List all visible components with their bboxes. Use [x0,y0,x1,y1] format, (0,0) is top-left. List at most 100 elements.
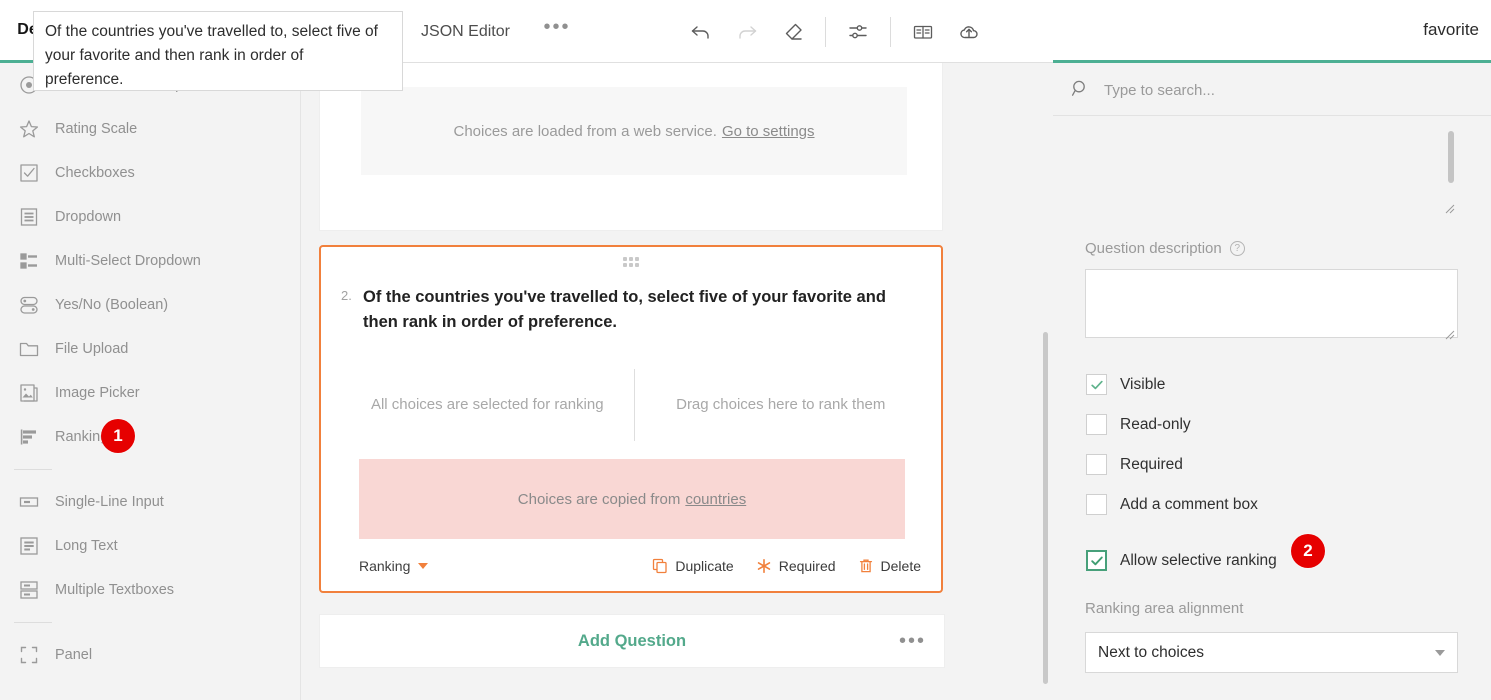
add-question-card[interactable]: Add Question ••• [319,614,945,668]
description-textarea-resize-handle[interactable] [1444,327,1455,338]
choices-copied-banner: Choices are copied from countries [359,459,905,539]
search-icon [1071,79,1090,103]
sidebar-item-label: Multi-Select Dropdown [55,253,201,269]
toolbar-divider-1 [825,17,826,47]
title-textarea-scrollbar[interactable] [1448,131,1454,183]
sidebar-item-label: File Upload [55,341,128,357]
title-textarea-resize-handle[interactable] [1444,201,1455,212]
delete-button[interactable]: Delete [858,558,921,574]
go-to-settings-link[interactable]: Go to settings [722,123,815,140]
question-type-label: Ranking [359,558,410,574]
sidebar-item-long-text[interactable]: Long Text [0,524,300,568]
tab-overflow-dots: ••• [543,16,570,39]
question-description-textarea[interactable] [1085,269,1458,338]
dropdown-icon [14,202,44,232]
redo-button[interactable] [724,12,770,52]
duplicate-button[interactable]: Duplicate [652,558,733,574]
check-icon [1090,378,1104,392]
sidebar-item-yes-no-boolean[interactable]: Yes/No (Boolean) [0,283,300,327]
duplicate-label: Duplicate [675,558,733,574]
choices-from-webservice-text: Choices are loaded from a web service. [453,123,716,140]
required-button[interactable]: Required [756,558,836,574]
sidebar-item-multi-select-dropdown[interactable]: Multi-Select Dropdown [0,239,300,283]
drag-handle-icon[interactable] [623,257,639,267]
ranking-target-placeholder[interactable]: Drag choices here to rank them [635,369,928,441]
question-title-textarea[interactable] [33,11,403,91]
folder-icon [14,334,44,364]
sidebar-item-panel[interactable]: Panel [0,633,300,677]
chevron-down-icon [1435,650,1445,656]
app-root: Designer Preview Themes Logic JSON Edito… [0,0,1491,700]
sidebar-item-multiple-textboxes[interactable]: Multiple Textboxes [0,568,300,612]
sidebar-item-label: Dropdown [55,209,121,225]
question-description-label-text: Question description [1085,240,1222,257]
question-type-dropdown[interactable]: Ranking [359,558,428,574]
search-input[interactable] [1102,81,1426,100]
question-title-row: 2. Of the countries you've travelled to,… [341,285,911,335]
checkbox-read-only-box[interactable] [1086,414,1107,435]
sidebar-item-checkboxes[interactable]: Checkboxes [0,151,300,195]
checkbox-read-only[interactable]: Read-only [1086,414,1191,435]
canvas-vertical-scrollbar[interactable] [1043,332,1048,684]
checkbox-required[interactable]: Required [1086,454,1183,475]
copied-from-countries-link[interactable]: countries [685,491,746,508]
survey-preview-icon [911,20,935,44]
question-card-2-selected[interactable]: 2. Of the countries you've travelled to,… [319,245,943,593]
checkbox-allow-selective-ranking-box[interactable] [1086,550,1107,571]
sidebar-item-label: Panel [55,647,92,663]
undo-icon [689,20,713,44]
ranking-areas: All choices are selected for ranking Dra… [341,369,927,441]
preview-pages-button[interactable] [900,12,946,52]
question-number: 2. [341,285,355,335]
ranking-area-alignment-label: Ranking area alignment [1085,600,1243,617]
sidebar-item-label: Yes/No (Boolean) [55,297,168,313]
sidebar-item-file-upload[interactable]: File Upload [0,327,300,371]
checkbox-visible[interactable]: Visible [1086,374,1165,395]
cloud-upload-icon [957,20,981,44]
chevron-down-icon [418,563,428,569]
choices-copied-text: Choices are copied from [518,491,681,508]
sidebar-divider-2 [14,622,52,623]
add-question-button[interactable]: Add Question [578,632,686,651]
toolbox-sidebar[interactable]: Radio Button Group Rating Scale Checkbox… [0,63,300,700]
text-input-icon [14,487,44,517]
checkbox-add-comment-box-label: Add a comment box [1120,496,1258,514]
question-card-1[interactable]: Choices are loaded from a web service. G… [319,63,943,231]
annotation-badge-2: 2 [1291,534,1325,568]
tab-json-editor-label: JSON Editor [421,23,510,41]
checkbox-allow-selective-ranking[interactable]: Allow selective ranking [1086,550,1277,571]
add-question-overflow-button[interactable]: ••• [899,636,926,646]
asterisk-icon [756,558,779,574]
checkbox-visible-box[interactable] [1086,374,1107,395]
tab-overflow-menu-button[interactable]: ••• [526,0,588,63]
ranking-area-alignment-value: Next to choices [1098,644,1435,662]
duplicate-icon [652,558,675,574]
sidebar-divider-1 [14,469,52,470]
annotation-badge-1: 1 [101,419,135,453]
survey-settings-button[interactable] [835,12,881,52]
toolbar-divider-2 [890,17,891,47]
checkbox-icon [14,158,44,188]
sidebar-item-image-picker[interactable]: Image Picker [0,371,300,415]
checkbox-required-box[interactable] [1086,454,1107,475]
toolbar-actions [678,0,992,63]
sidebar-item-dropdown[interactable]: Dropdown [0,195,300,239]
publish-button[interactable] [946,12,992,52]
checkbox-add-comment-box-box[interactable] [1086,494,1107,515]
help-icon[interactable]: ? [1230,241,1245,256]
tab-json-editor[interactable]: JSON Editor [405,0,526,63]
checkbox-allow-selective-ranking-label: Allow selective ranking [1120,552,1277,570]
design-canvas[interactable]: Choices are loaded from a web service. G… [300,63,1053,700]
clear-button[interactable] [770,12,816,52]
sidebar-item-ranking[interactable]: Ranking [0,415,300,459]
multiple-textboxes-icon [14,575,44,605]
question-description-label: Question description ? [1085,240,1245,257]
sidebar-item-single-line-input[interactable]: Single-Line Input [0,480,300,524]
undo-button[interactable] [678,12,724,52]
sidebar-item-rating-scale[interactable]: Rating Scale [0,107,300,151]
question-title[interactable]: Of the countries you've travelled to, se… [363,285,911,335]
toggle-icon [14,290,44,320]
checkbox-add-comment-box[interactable]: Add a comment box [1086,494,1258,515]
ranking-area-alignment-select[interactable]: Next to choices [1085,632,1458,673]
property-search-bar[interactable] [1053,66,1491,116]
